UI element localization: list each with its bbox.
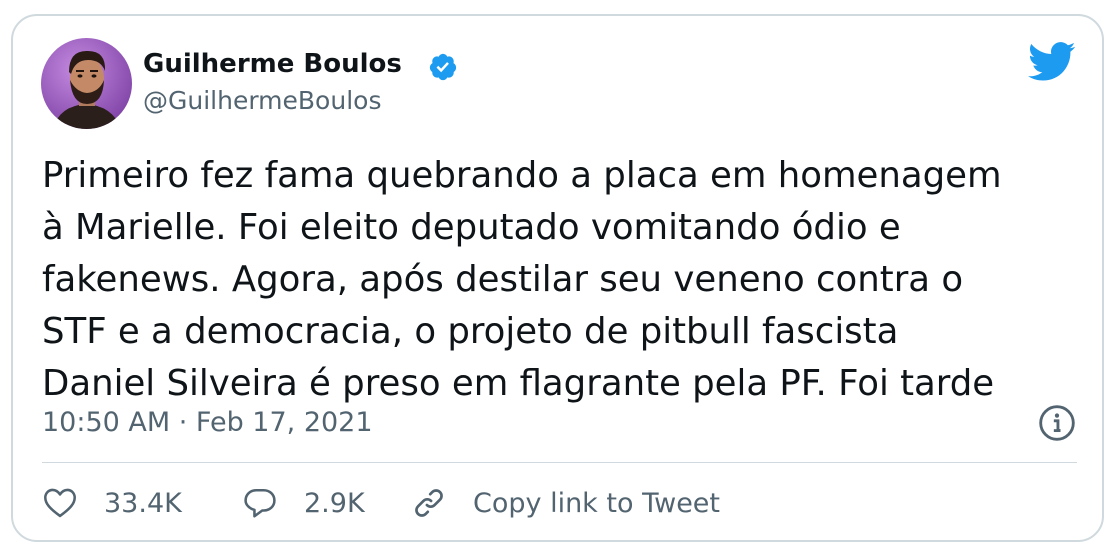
reply-count: 2.9K	[304, 487, 365, 519]
author-handle[interactable]: @GuilhermeBoulos	[143, 86, 381, 116]
author-name[interactable]: Guilherme Boulos	[143, 49, 402, 79]
heart-icon	[44, 488, 76, 518]
verified-badge-icon	[429, 53, 457, 81]
tweet-timestamp[interactable]: 10:50 AM · Feb 17, 2021	[42, 406, 373, 440]
reply-button[interactable]: 2.9K	[242, 484, 365, 522]
tweet-card: Guilherme Boulos @GuilhermeBoulos Primei…	[11, 14, 1104, 542]
link-icon	[415, 489, 443, 517]
author-avatar[interactable]	[41, 38, 132, 129]
copy-link-button[interactable]: Copy link to Tweet	[411, 484, 720, 522]
copy-link-label: Copy link to Tweet	[473, 487, 721, 519]
info-icon[interactable]	[1038, 404, 1076, 442]
tweet-text: Primeiro fez fama quebrando a placa em h…	[42, 150, 1087, 410]
like-count: 33.4K	[104, 487, 182, 519]
like-button[interactable]: 33.4K	[42, 484, 182, 522]
divider	[42, 462, 1077, 463]
tweet-text-line: STF e a democracia, o projeto de pitbull…	[42, 311, 899, 352]
tweet-text-line: fakenews. Agora, após destilar seu venen…	[42, 259, 964, 300]
twitter-bird-icon[interactable]	[1028, 42, 1076, 82]
tweet-text-line: Primeiro fez fama quebrando a placa em h…	[42, 155, 1002, 196]
tweet-text-line: à Marielle. Foi eleito deputado vomitand…	[42, 207, 901, 248]
reply-bubble-icon	[244, 488, 276, 518]
tweet-text-line: Daniel Silveira é preso em flagrante pel…	[42, 363, 995, 404]
